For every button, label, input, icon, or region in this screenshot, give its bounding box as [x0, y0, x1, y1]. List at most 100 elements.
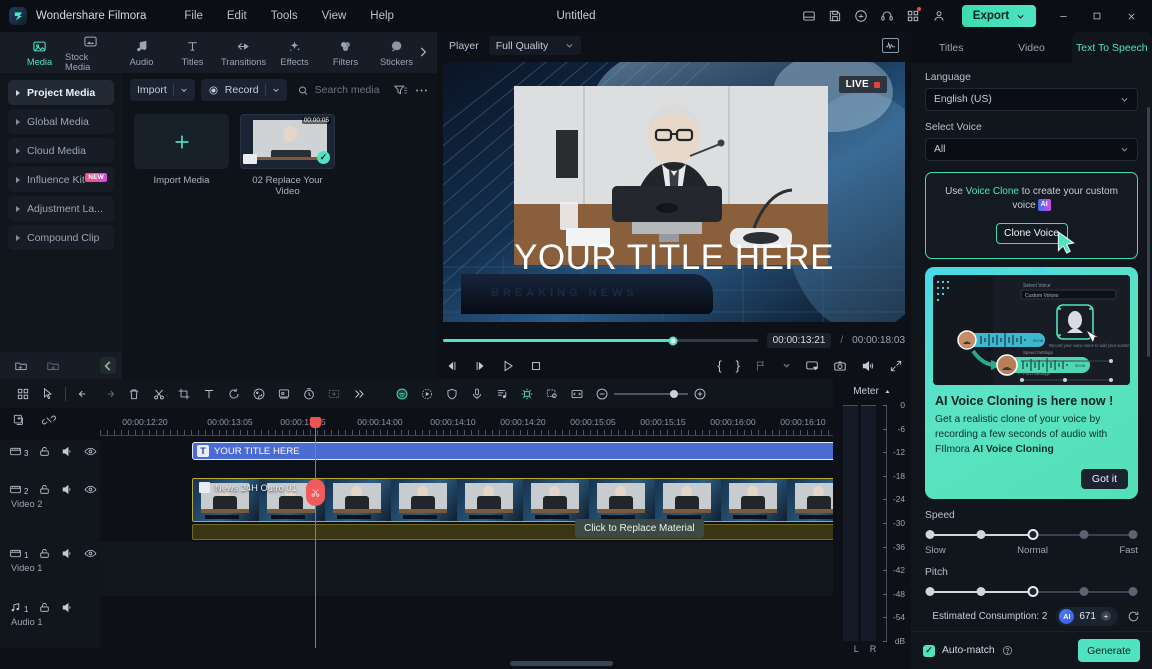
menu-view[interactable]: View: [310, 6, 359, 26]
nav-item-transitions[interactable]: Transitions: [218, 39, 269, 67]
scrollbar-thumb[interactable]: [510, 661, 614, 666]
credits-pill[interactable]: AI 671 +: [1056, 606, 1118, 626]
mute-icon[interactable]: [61, 601, 74, 614]
volume-icon[interactable]: [861, 359, 875, 373]
menu-file[interactable]: File: [172, 6, 215, 26]
language-select[interactable]: English (US): [925, 88, 1138, 111]
meter-header[interactable]: Meter: [833, 379, 911, 403]
pitch-slider-handle[interactable]: [1027, 586, 1039, 597]
timeline-clip-title[interactable]: T YOUR TITLE HERE: [192, 442, 912, 460]
snapshot-icon[interactable]: [833, 359, 847, 373]
mute-icon[interactable]: [61, 547, 74, 560]
playhead[interactable]: [306, 417, 325, 648]
undo-icon[interactable]: [71, 383, 96, 405]
track-lane-video-3[interactable]: T YOUR TITLE HERE: [100, 440, 912, 478]
menu-edit[interactable]: Edit: [215, 6, 259, 26]
color-icon[interactable]: [246, 383, 271, 405]
more-tools-icon[interactable]: [346, 383, 371, 405]
chevron-up-icon[interactable]: [884, 388, 891, 395]
tab-video[interactable]: Video: [991, 32, 1071, 63]
refresh-icon[interactable]: [1127, 610, 1140, 623]
pitch-slider[interactable]: [925, 585, 1138, 599]
play-icon[interactable]: [501, 359, 515, 373]
auto-reframe-icon[interactable]: [564, 383, 589, 405]
lock-icon[interactable]: [38, 483, 51, 496]
track-header-video-3[interactable]: 3: [0, 440, 100, 478]
zoom-in-icon[interactable]: [693, 387, 707, 401]
duplicate-icon[interactable]: [12, 413, 26, 427]
timeline-clip-video[interactable]: News 24H Outro 01: [192, 478, 912, 522]
audio-detach-icon[interactable]: [489, 383, 514, 405]
lock-icon[interactable]: [38, 601, 51, 614]
select-tool-icon[interactable]: [35, 383, 60, 405]
nav-expand-chevron-icon[interactable]: [416, 45, 430, 59]
track-header-video-1[interactable]: 1 Video 1: [0, 542, 100, 596]
menu-help[interactable]: Help: [358, 6, 406, 26]
chevron-down-icon[interactable]: [782, 361, 791, 370]
right-panel-scrollbar[interactable]: [1147, 107, 1150, 357]
preview-stage[interactable]: LIVE BREAKING NEWS YOUR TITLE HERE: [443, 62, 905, 322]
eye-icon[interactable]: [84, 547, 97, 560]
next-frame-icon[interactable]: [473, 359, 487, 373]
search-media-field[interactable]: [297, 83, 387, 98]
split-icon[interactable]: [146, 383, 171, 405]
mark-out-icon[interactable]: }: [736, 358, 740, 373]
motion-tracking-icon[interactable]: [414, 383, 439, 405]
add-credits-icon[interactable]: +: [1101, 611, 1111, 621]
import-button[interactable]: Import: [130, 79, 195, 101]
crop-icon[interactable]: [171, 383, 196, 405]
nav-item-stickers[interactable]: Stickers: [371, 39, 422, 67]
import-media-tile[interactable]: [134, 114, 229, 169]
timeline-ruler[interactable]: 00:00:12:20 00:00:13:05 00:00:13:15 00:0…: [100, 417, 833, 439]
eye-icon[interactable]: [84, 483, 97, 496]
zoom-slider-handle[interactable]: [670, 389, 679, 398]
media-item-import[interactable]: Import Media: [134, 114, 229, 197]
record-button[interactable]: Record: [200, 79, 287, 101]
mute-icon[interactable]: [61, 483, 74, 496]
sidebar-item-project-media[interactable]: Project Media: [8, 80, 114, 105]
delete-folder-icon[interactable]: [46, 359, 60, 373]
speed-slider[interactable]: [925, 528, 1138, 542]
new-folder-icon[interactable]: [14, 359, 28, 373]
track-lane-audio-1[interactable]: [100, 596, 833, 648]
collapse-panel-icon[interactable]: [100, 357, 116, 374]
filter-icon[interactable]: [393, 83, 408, 98]
lock-icon[interactable]: [38, 547, 51, 560]
nav-item-filters[interactable]: Filters: [320, 39, 371, 67]
search-input[interactable]: [314, 84, 387, 96]
green-screen-icon[interactable]: [539, 383, 564, 405]
voice-select[interactable]: All: [925, 138, 1138, 161]
keyframe-green-icon[interactable]: [514, 383, 539, 405]
eye-icon[interactable]: [84, 445, 97, 458]
playhead-handle[interactable]: [310, 417, 321, 428]
prev-frame-icon[interactable]: [445, 359, 459, 373]
window-minimize-button[interactable]: [1046, 0, 1080, 32]
sidebar-item-cloud-media[interactable]: Cloud Media: [8, 138, 114, 163]
nav-item-stock-media[interactable]: Stock Media: [65, 34, 116, 72]
speed-slider-handle[interactable]: [1027, 529, 1039, 540]
zoom-slider[interactable]: [614, 389, 688, 399]
apps-icon[interactable]: [900, 3, 926, 29]
mute-icon[interactable]: [61, 445, 74, 458]
markers-icon[interactable]: [754, 359, 768, 373]
tab-text-to-speech[interactable]: Text To Speech: [1071, 32, 1152, 63]
stop-icon[interactable]: [529, 359, 543, 373]
split-at-playhead-button[interactable]: [306, 479, 325, 506]
ai-mask-icon[interactable]: [389, 383, 414, 405]
nav-item-media[interactable]: Media: [14, 39, 65, 67]
tab-titles[interactable]: Titles: [911, 32, 991, 63]
sidebar-item-compound-clip[interactable]: Compound Clip: [8, 225, 114, 250]
menu-tools[interactable]: Tools: [259, 6, 310, 26]
support-icon[interactable]: [874, 3, 900, 29]
track-lane-video-2[interactable]: News 24H Outro 01 Click to Replace Mater…: [100, 478, 912, 542]
save-as-icon[interactable]: [822, 3, 848, 29]
seek-handle[interactable]: [668, 336, 678, 345]
auto-match-checkbox[interactable]: ✓: [923, 644, 935, 657]
sidebar-item-influence-kit[interactable]: Influence Kit NEW: [8, 167, 114, 192]
more-options-icon[interactable]: [414, 83, 429, 98]
keyframe-icon[interactable]: [271, 383, 296, 405]
track-lane-video-1[interactable]: [100, 542, 833, 596]
account-icon[interactable]: [926, 3, 952, 29]
save-icon[interactable]: [796, 3, 822, 29]
nav-item-audio[interactable]: Audio: [116, 39, 167, 67]
